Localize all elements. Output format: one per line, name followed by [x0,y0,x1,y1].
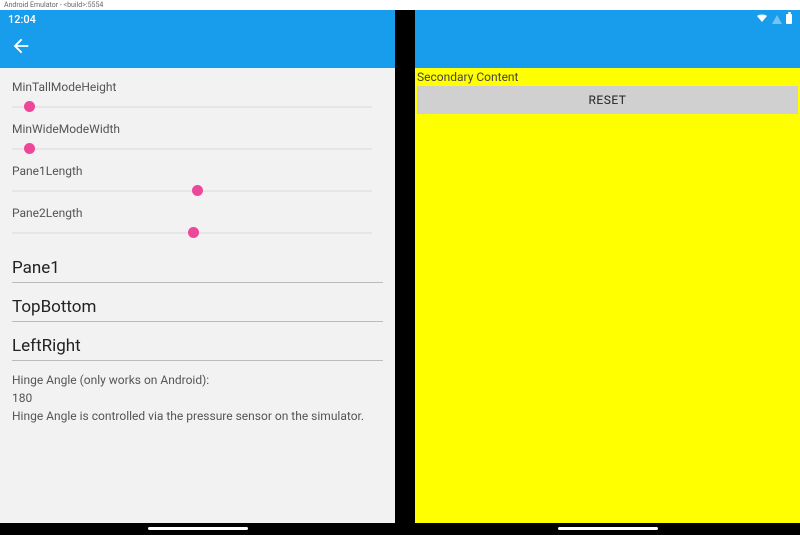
clock: 12:04 [8,13,36,26]
reset-button[interactable]: RESET [417,86,798,114]
nav-bar-right [415,523,800,535]
device-hinge [395,10,415,535]
slider-thumb[interactable] [188,227,199,238]
min-wide-mode-width-slider[interactable] [12,138,372,160]
min-wide-mode-width-label: MinWideModeWidth [12,122,383,136]
secondary-content-label: Secondary Content [415,68,800,86]
primary-content: MinTallModeHeight MinWideModeWidth Pane1… [0,68,395,523]
hinge-angle-section: Hinge Angle (only works on Android): 180… [12,371,383,425]
left-device: 12:04 MinTallModeHeight MinWideModeWidth… [0,10,395,535]
pane1-length-label: Pane1Length [12,164,383,178]
emulator-title: Android Emulator - <build>:5554 [4,0,103,10]
wifi-icon [756,13,768,26]
home-pill[interactable] [558,527,658,530]
emulator-titlebar: Android Emulator - <build>:5554 [0,0,800,10]
back-arrow-icon [10,35,32,57]
secondary-content: Secondary Content RESET [415,68,800,523]
dual-screen-frame: 12:04 MinTallModeHeight MinWideModeWidth… [0,10,800,535]
status-icons [756,13,792,26]
slider-thumb[interactable] [192,185,203,196]
slider-track [12,148,372,150]
battery-icon [786,14,792,24]
app-bar-left [0,28,395,68]
pane1-length-slider[interactable] [12,180,372,202]
hinge-angle-value: 180 [12,389,383,407]
slider-track [12,106,372,108]
pane2-length-slider[interactable] [12,222,372,244]
app-bar-right [415,28,800,68]
picker-left-right[interactable]: LeftRight [12,330,383,361]
right-device: Secondary Content RESET [415,10,800,535]
picker-pane-priority[interactable]: Pane1 [12,252,383,283]
slider-thumb[interactable] [24,101,35,112]
home-pill[interactable] [148,527,248,530]
status-bar-right [415,10,800,28]
min-tall-mode-height-slider[interactable] [12,96,372,118]
hinge-angle-label: Hinge Angle (only works on Android): [12,371,383,389]
nav-bar-left [0,523,395,535]
secondary-content-body [415,116,800,523]
picker-top-bottom[interactable]: TopBottom [12,291,383,322]
status-bar-left: 12:04 [0,10,395,28]
min-tall-mode-height-label: MinTallModeHeight [12,80,383,94]
hinge-angle-note: Hinge Angle is controlled via the pressu… [12,407,383,425]
pane2-length-label: Pane2Length [12,206,383,220]
signal-icon [772,15,782,24]
back-button[interactable] [10,35,32,61]
slider-thumb[interactable] [24,143,35,154]
